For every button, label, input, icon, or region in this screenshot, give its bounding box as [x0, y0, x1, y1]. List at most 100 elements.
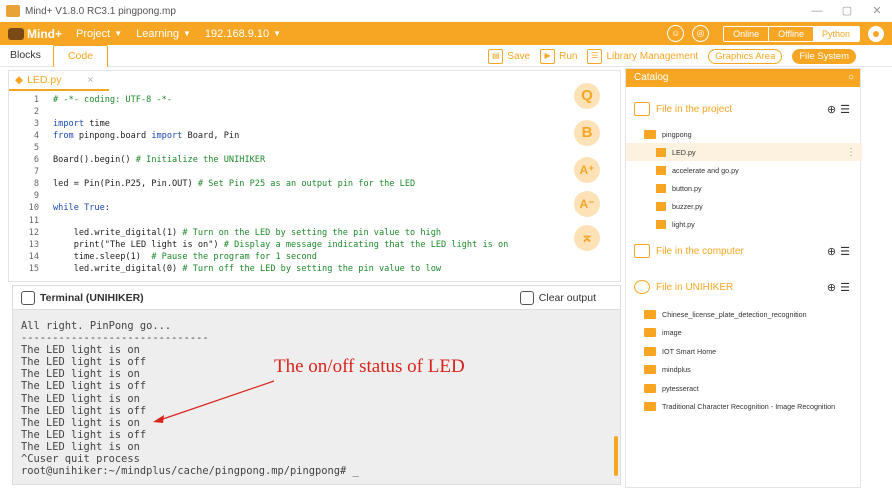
maximize-button[interactable]: ▢ — [832, 0, 862, 22]
project-folder-label: pingpong — [662, 129, 692, 139]
device-connection-menu[interactable]: 192.168.9.10 ▼ — [205, 28, 281, 40]
terminal-header: Terminal (UNIHIKER) Clear output — [13, 286, 620, 310]
code-line: import time — [53, 119, 110, 130]
save-button[interactable]: ▤ Save — [488, 48, 530, 64]
list-item[interactable]: button.py — [626, 179, 862, 197]
project-menu-label: Project — [76, 27, 111, 40]
line-number: 2 — [33, 107, 39, 118]
section-file-in-project[interactable]: File in the project ⊕☰ — [626, 97, 862, 121]
code-line: while True: — [53, 203, 110, 214]
settings-circle-icon[interactable]: ◎ — [692, 25, 710, 42]
toolbar: Blocks Code ▤ Save ▶ Run ☰ Library Manag… — [0, 44, 892, 67]
folder-icon — [644, 309, 656, 319]
computer-icon — [634, 244, 650, 258]
section-unihiker-label: File in UNIHIKER — [656, 281, 734, 293]
clear-output-button[interactable]: Clear output — [519, 290, 596, 305]
code-line: time.sleep(1) # Pause the program for 1 … — [53, 251, 317, 262]
list-item[interactable]: light.py — [626, 215, 862, 233]
code-line: Board().begin() # Initialize the UNIHIKE… — [53, 155, 266, 166]
mode-python[interactable]: Python — [812, 26, 859, 41]
collapse-icon[interactable]: ⌅ — [574, 225, 600, 251]
folder-icon — [644, 364, 656, 374]
save-icon: ▤ — [488, 48, 504, 64]
list-item[interactable]: IOT Smart Home — [626, 342, 862, 360]
list-item[interactable]: image — [626, 323, 862, 341]
list-item[interactable]: Traditional Character Recognition - Imag… — [626, 397, 862, 415]
list-item[interactable]: pingpong — [626, 125, 862, 143]
app-logo: Mind+ — [8, 27, 62, 41]
close-window-button[interactable]: ✕ — [862, 0, 892, 22]
folder-label: image — [662, 327, 682, 337]
mode-offline[interactable]: Offline — [768, 26, 813, 41]
terminal-scrollbar[interactable] — [614, 436, 618, 476]
refresh-icon[interactable]: ○ — [848, 69, 854, 87]
clear-output-label: Clear output — [538, 291, 596, 304]
list-item[interactable]: buzzer.py — [626, 197, 862, 215]
font-decrease-icon[interactable]: A⁻ — [574, 191, 600, 217]
line-number: 9 — [33, 191, 39, 202]
line-number: 1 — [33, 95, 39, 105]
folder-icon — [644, 129, 656, 139]
line-number: 14 — [28, 251, 39, 262]
smile-icon[interactable]: ☺ — [667, 25, 685, 42]
file-tab-led[interactable]: ◆ LED.py × — [9, 71, 109, 91]
folder-icon — [644, 346, 656, 356]
line-number: 3 — [33, 119, 39, 130]
list-item[interactable]: pytesseract — [626, 379, 862, 397]
learning-menu[interactable]: Learning ▼ — [136, 28, 191, 40]
file-label: button.py — [672, 183, 702, 193]
add-file-menu-icon[interactable]: ⊕☰ — [827, 245, 854, 258]
chevron-down-icon: ▼ — [114, 29, 123, 38]
file-label: light.py — [672, 219, 695, 229]
line-number: 13 — [28, 239, 39, 250]
play-icon: ▶ — [540, 48, 556, 64]
toolbar-actions: ▤ Save ▶ Run ☰ Library Management Graphi… — [478, 45, 856, 67]
code-area[interactable]: 1 # -*- coding: UTF-8 -*- 2 3 import time 4 fr… — [9, 93, 569, 281]
chevron-down-icon: ▼ — [273, 29, 282, 38]
learning-menu-label: Learning — [136, 27, 179, 40]
file-label: buzzer.py — [672, 201, 703, 211]
code-line: led.write_digital(1) # Turn on the LED b… — [53, 227, 442, 238]
tab-blocks[interactable]: Blocks — [0, 45, 51, 67]
minimize-button[interactable]: — — [802, 0, 832, 22]
section-project-label: File in the project — [656, 103, 733, 115]
font-increase-icon[interactable]: A⁺ — [574, 157, 600, 183]
link-icon — [21, 290, 35, 305]
library-management-button[interactable]: ☰ Library Management — [587, 48, 698, 64]
catalog-panel: Catalog ○ File in the project ⊕☰ pingpon… — [625, 68, 862, 488]
close-icon[interactable]: × — [88, 75, 94, 86]
list-item[interactable]: mindplus — [626, 360, 862, 378]
menubar-right: ☺ ◎ Online Offline Python — [667, 22, 892, 45]
line-number: 8 — [33, 179, 39, 190]
file-system-label: File System — [792, 48, 856, 64]
search-icon[interactable]: Q — [574, 83, 600, 109]
project-menu[interactable]: Project ▼ — [76, 28, 122, 40]
more-options-icon[interactable]: ⋮ — [846, 147, 856, 158]
list-item[interactable]: Chinese_license_plate_detection_recognit… — [626, 305, 862, 323]
section-file-in-computer[interactable]: File in the computer ⊕☰ — [626, 239, 862, 263]
file-system-button[interactable]: File System — [792, 48, 856, 64]
line-number: 5 — [33, 143, 39, 154]
file-icon — [656, 183, 666, 193]
code-line: led.write_digital(0) # Turn off the LED … — [53, 263, 442, 274]
mode-online[interactable]: Online — [724, 26, 769, 41]
section-file-in-unihiker[interactable]: File in UNIHIKER ⊕☰ — [626, 275, 862, 299]
tab-code[interactable]: Code — [52, 44, 109, 67]
graphics-area-button[interactable]: Graphics Area — [708, 48, 783, 64]
gear-icon[interactable] — [868, 25, 884, 42]
terminal-output[interactable]: All right. PinPong go... ---------------… — [21, 320, 611, 477]
run-button[interactable]: ▶ Run — [540, 48, 577, 64]
blocks-view-icon[interactable]: B — [574, 120, 600, 146]
folder-label: IOT Smart Home — [662, 346, 717, 356]
list-item[interactable]: LED.py ⋮ — [626, 143, 862, 161]
code-line: print("The LED light is on") # Display a… — [53, 239, 509, 250]
library-icon: ☰ — [587, 48, 603, 64]
file-icon — [656, 219, 666, 229]
code-line: led = Pin(Pin.P25, Pin.OUT) # Set Pin P2… — [53, 179, 416, 190]
list-item[interactable]: accelerate and go.py — [626, 161, 862, 179]
add-file-menu-icon[interactable]: ⊕☰ — [827, 103, 854, 116]
folder-label: Chinese_license_plate_detection_recognit… — [662, 309, 807, 319]
chevron-down-icon: ▼ — [183, 29, 191, 38]
unihiker-icon — [634, 280, 650, 294]
add-file-menu-icon[interactable]: ⊕☰ — [827, 281, 854, 294]
